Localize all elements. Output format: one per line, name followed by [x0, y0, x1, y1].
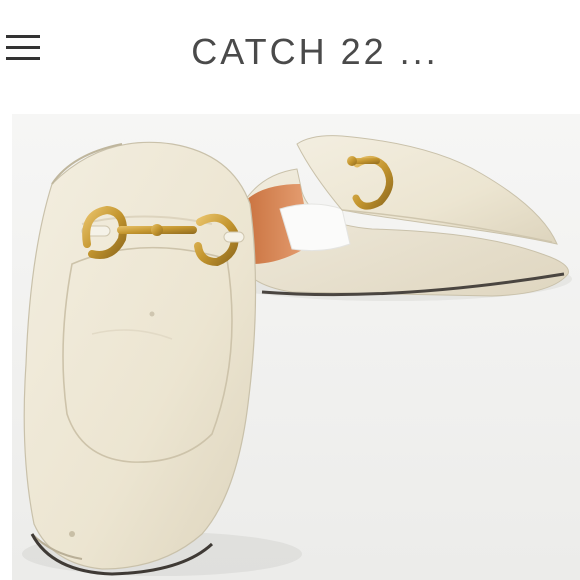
top-bar: CATCH 22 ... [0, 0, 580, 105]
photo-area [0, 104, 580, 580]
menu-line [6, 57, 40, 60]
store-title[interactable]: CATCH 22 ... [90, 30, 540, 74]
product-photo-image [12, 114, 580, 580]
menu-line [6, 46, 40, 49]
menu-line [6, 35, 40, 38]
product-photo[interactable] [12, 114, 580, 580]
hamburger-menu-icon[interactable] [6, 33, 40, 63]
listing-page: CATCH 22 ... [0, 0, 580, 580]
